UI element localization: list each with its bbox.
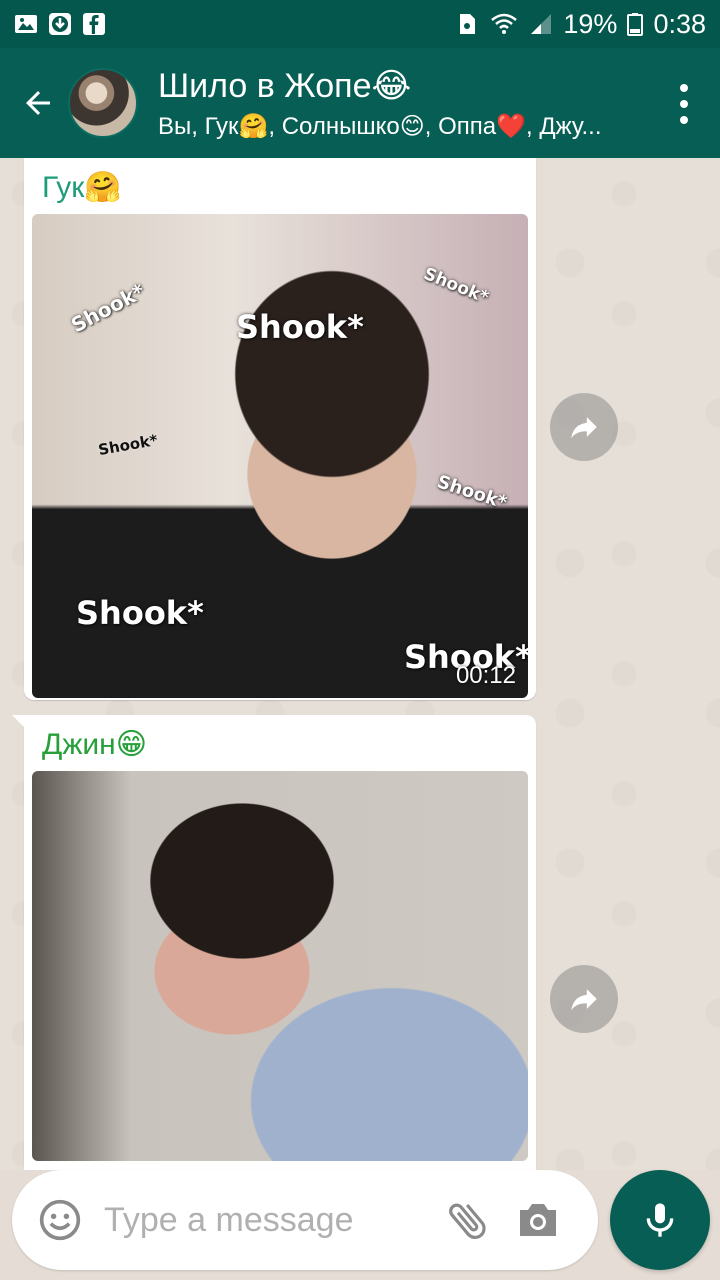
message-composer (12, 1170, 598, 1270)
voice-record-button[interactable] (610, 1170, 710, 1270)
status-right: 19% 0:38 (455, 9, 706, 40)
gif-overlay-text: Shook* (236, 308, 364, 346)
sim-card-icon (460, 14, 476, 34)
back-button[interactable] (10, 73, 66, 133)
status-left (14, 12, 106, 36)
status-bar: 19% 0:38 (0, 0, 720, 48)
group-avatar[interactable] (68, 68, 138, 138)
chat-title: Шило в Жопе😂 (158, 66, 412, 105)
arrow-left-icon (26, 91, 50, 115)
gallery-icon (15, 15, 37, 33)
camera-icon[interactable] (514, 1196, 562, 1244)
wifi-icon (491, 13, 518, 34)
message-bubble[interactable]: Гук🤗 Shook* Shook* Shook* Shook* Shook* … (24, 158, 536, 700)
gif-overlay-text: Shook* (434, 471, 510, 514)
download-icon (49, 13, 71, 35)
chat-info[interactable]: Шило в Жопе😂 Вы, Гук🤗, Солнышко😊, Оппа❤️… (158, 66, 628, 141)
forward-icon (571, 417, 597, 439)
chat-header: Шило в Жопе😂 Вы, Гук🤗, Солнышко😊, Оппа❤️… (0, 48, 720, 158)
paperclip-icon[interactable] (444, 1196, 492, 1244)
microphone-icon (646, 1203, 674, 1237)
facebook-icon (83, 13, 105, 35)
message-bubble[interactable]: Джин😁 (12, 715, 536, 1170)
forward-button[interactable] (550, 965, 618, 1033)
message-input[interactable] (104, 1200, 434, 1240)
sender-name: Джин😁 (42, 728, 147, 761)
battery-icon (627, 13, 644, 36)
clock: 0:38 (653, 8, 706, 39)
gif-thumbnail[interactable] (32, 771, 528, 1161)
gif-overlay-text: Shook* (420, 264, 492, 308)
forward-icon (571, 989, 597, 1011)
sender-name: Гук🤗 (42, 171, 122, 204)
chat-participants: Вы, Гук🤗, Солнышко😊, Оппа❤️, Джу... (158, 112, 602, 140)
dot (680, 116, 688, 124)
more-options-button[interactable] (674, 84, 694, 124)
emoji-icon[interactable] (38, 1198, 82, 1242)
gif-thumbnail[interactable]: Shook* Shook* Shook* Shook* Shook* Shook… (32, 214, 528, 698)
signal-icon (531, 14, 552, 34)
dot (680, 84, 688, 92)
gif-overlay-text: Shook* (76, 594, 204, 632)
message-list[interactable]: Гук🤗 Shook* Shook* Shook* Shook* Shook* … (0, 158, 720, 1170)
battery-percent: 19% (563, 8, 618, 39)
forward-button[interactable] (550, 393, 618, 461)
gif-overlay-text: Shook* (67, 278, 149, 338)
gif-duration: 00:12 (455, 662, 516, 689)
gif-overlay-text: Shook* (96, 430, 160, 460)
dot (680, 100, 688, 108)
